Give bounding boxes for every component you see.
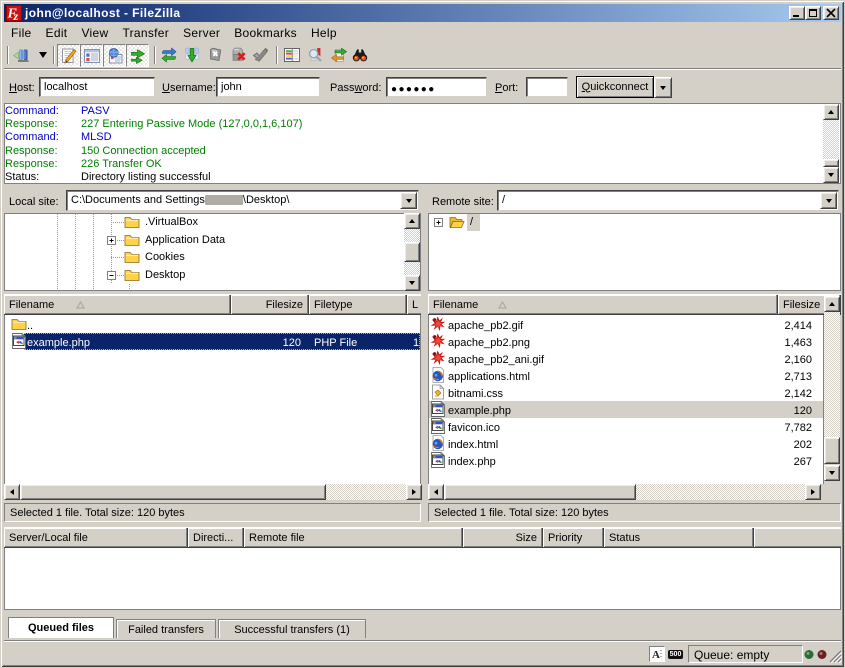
svg-text:A: A [652, 649, 660, 661]
svg-text:z: z [13, 9, 19, 21]
